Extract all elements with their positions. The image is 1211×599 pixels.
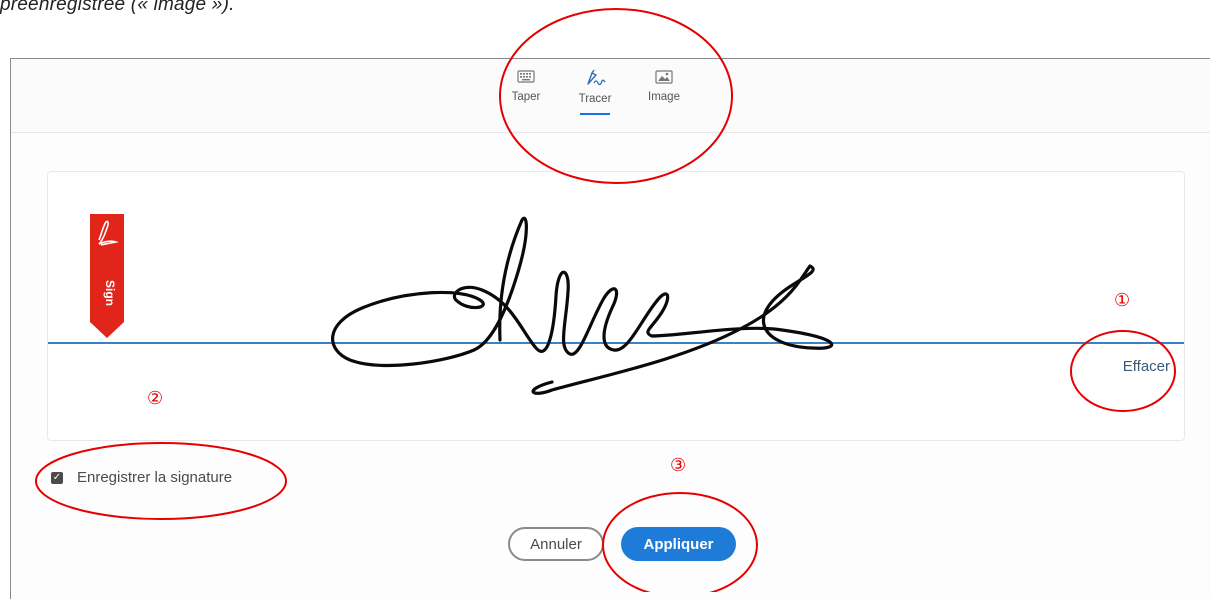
annotation-circle-save xyxy=(35,442,287,520)
annotation-marker-2: ② xyxy=(147,388,164,409)
annotation-overlay xyxy=(35,8,1176,592)
annotation-circle-apply xyxy=(602,492,758,592)
annotation-marker-3: ③ xyxy=(670,455,687,476)
annotation-circle-clear xyxy=(1070,330,1176,412)
annotation-circle-tabs xyxy=(499,8,733,184)
annotation-marker-1: ① xyxy=(1114,290,1131,311)
